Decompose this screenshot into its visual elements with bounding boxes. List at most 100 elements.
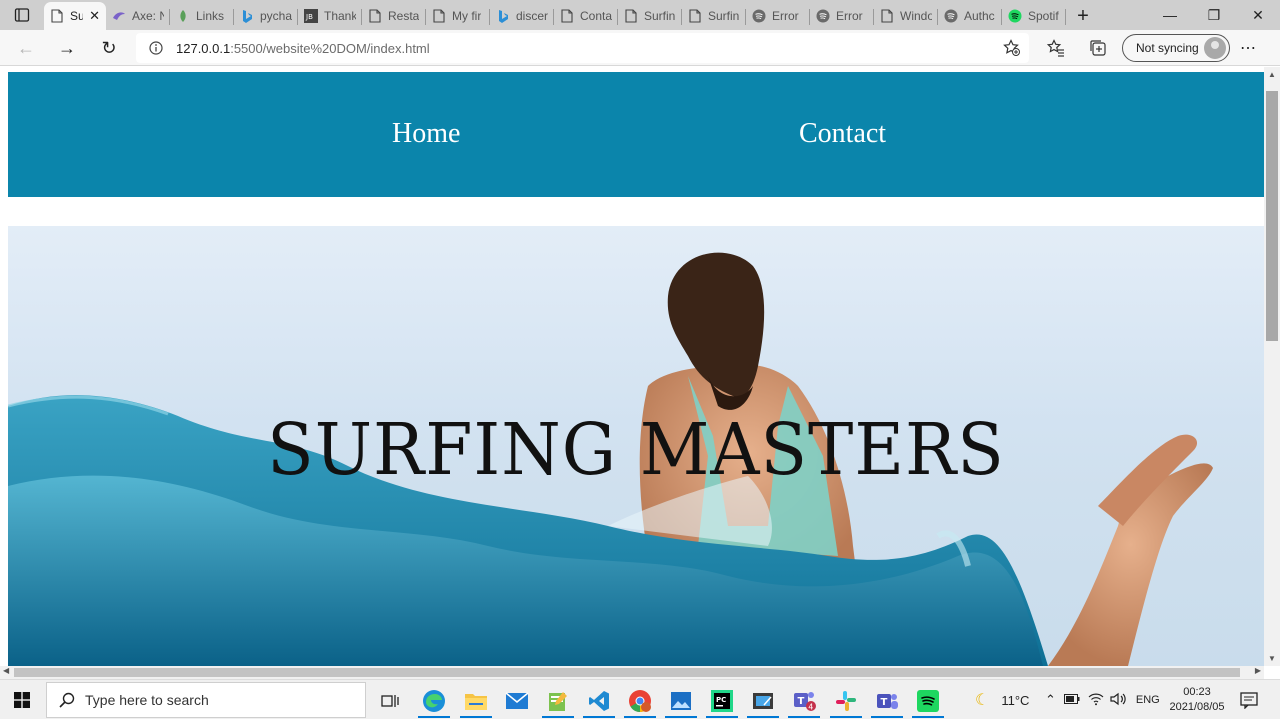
tab-title: Conta [580,9,612,23]
tab-title: Error [772,9,799,23]
profile-button[interactable]: Not syncing [1122,34,1230,62]
browser-tab[interactable]: JB Thank [298,2,362,30]
browser-tab[interactable]: Su ✕ [44,2,106,30]
taskbar-app-notepad[interactable] [538,684,578,718]
browser-tab[interactable]: Resta [362,2,426,30]
page-icon [432,9,446,23]
taskbar-app-spotify[interactable] [908,684,948,718]
vertical-scrollbar[interactable]: ▲ ▼ [1264,67,1280,666]
browser-tab[interactable]: Surfin [682,2,746,30]
browser-toolbar: ← → ↻ 127.0.0.1 :5500/website%20DOM/inde… [0,30,1280,66]
search-icon [57,692,77,708]
browser-tab[interactable]: pycha [234,2,298,30]
taskbar-app-pycharm[interactable]: PC [702,684,742,718]
tab-title: Authc [964,9,995,23]
address-bar[interactable]: 127.0.0.1 :5500/website%20DOM/index.html [136,33,1029,63]
taskbar-app-edge[interactable] [414,684,454,718]
browser-tab[interactable]: Axe: N [106,2,170,30]
page-icon [624,9,638,23]
scroll-down-icon[interactable]: ▼ [1268,654,1276,663]
scroll-right-icon[interactable]: ▶ [1255,666,1261,675]
notifications-icon[interactable] [1240,691,1258,710]
nav-link-home[interactable]: Home [392,118,460,150]
browser-tab[interactable]: Spotif [1002,2,1066,30]
tab-separator [1065,9,1066,25]
taskbar-search-box[interactable]: Type here to search [46,682,366,718]
active-indicator [583,716,615,718]
horizontal-scrollbar[interactable]: ◀ ▶ [0,666,1264,679]
browser-tab[interactable]: Links [170,2,234,30]
page-icon [368,9,382,23]
volume-icon[interactable] [1110,692,1126,709]
taskbar-app-explorer[interactable] [456,684,496,718]
browser-tab[interactable]: Conta [554,2,618,30]
browser-tab[interactable]: discer [490,2,554,30]
back-button[interactable]: ← [12,34,40,62]
tab-actions-button[interactable] [0,0,44,30]
horizontal-scroll-thumb[interactable] [14,668,1240,677]
taskbar-app-snip[interactable] [743,684,783,718]
avatar [1204,37,1226,59]
search-placeholder: Type here to search [85,692,209,708]
spotify-grey-icon [816,9,830,23]
input-language[interactable]: ENG [1136,694,1160,706]
taskbar-app-teams[interactable]: T4 [784,684,824,718]
clock[interactable]: 00:23 2021/08/05 [1164,685,1230,715]
teams-icon: T4 [794,692,816,712]
active-indicator [665,716,697,718]
add-favorite-icon[interactable] [1003,39,1021,60]
weather-widget[interactable]: ☾ 11°C [975,680,1029,720]
favorites-icon[interactable] [1046,38,1066,58]
profile-label: Not syncing [1136,41,1199,55]
tab-title: Axe: N [132,9,164,23]
pycharm-icon: PC [711,690,733,712]
collections-icon[interactable] [1088,38,1108,58]
taskbar-app-mail[interactable] [497,684,537,718]
browser-tab[interactable]: Error [746,2,810,30]
weather-temp: 11°C [1001,692,1030,708]
scroll-up-icon[interactable]: ▲ [1268,70,1276,79]
battery-icon[interactable] [1063,693,1080,707]
close-window-button[interactable]: ✕ [1236,0,1280,30]
tab-title: Error [836,9,863,23]
start-button[interactable] [14,692,30,708]
close-tab-icon[interactable]: ✕ [89,8,100,24]
nav-link-contact[interactable]: Contact [799,118,886,150]
tray-icons: ⌃ ENG [1045,680,1160,720]
vertical-scroll-thumb[interactable] [1266,91,1278,341]
chrome-icon [629,690,651,712]
tab-title: My fir [452,9,482,23]
browser-tab[interactable]: Windo [874,2,938,30]
new-tab-button[interactable]: + [1066,2,1100,30]
refresh-button[interactable]: ↻ [95,34,123,62]
taskbar-app-vscode[interactable] [579,684,619,718]
taskbar-app-slack[interactable] [826,684,866,718]
snipping-icon [753,693,773,709]
tab-actions-icon [14,8,30,22]
active-indicator [747,716,779,718]
page-icon [880,9,894,23]
minimize-button[interactable]: — [1148,0,1192,30]
more-menu-icon[interactable]: ⋯ [1240,38,1257,58]
show-hidden-icon[interactable]: ⌃ [1045,692,1056,708]
edge-icon [423,690,445,712]
maximize-button[interactable]: ❐ [1192,0,1236,30]
tab-title: Spotif [1028,9,1059,23]
browser-tab[interactable]: Error [810,2,874,30]
wifi-icon[interactable] [1088,692,1104,709]
windows-logo-icon [14,692,30,708]
svg-text:JB: JB [305,13,313,21]
tab-title: discer [516,9,548,23]
forward-button[interactable]: → [53,34,81,62]
task-view-button[interactable] [370,684,410,718]
site-navbar: Home Contact [8,72,1264,197]
taskbar-app-photos[interactable] [661,684,701,718]
scroll-left-icon[interactable]: ◀ [3,666,9,675]
site-info-icon[interactable] [146,41,166,55]
taskbar-app-teams-classic[interactable]: T [867,684,907,718]
browser-tab[interactable]: Surfin [618,2,682,30]
browser-tab[interactable]: My fir [426,2,490,30]
taskbar-app-chrome[interactable] [620,684,660,718]
tab-title: Thank [324,9,356,23]
browser-tab[interactable]: Authc [938,2,1002,30]
